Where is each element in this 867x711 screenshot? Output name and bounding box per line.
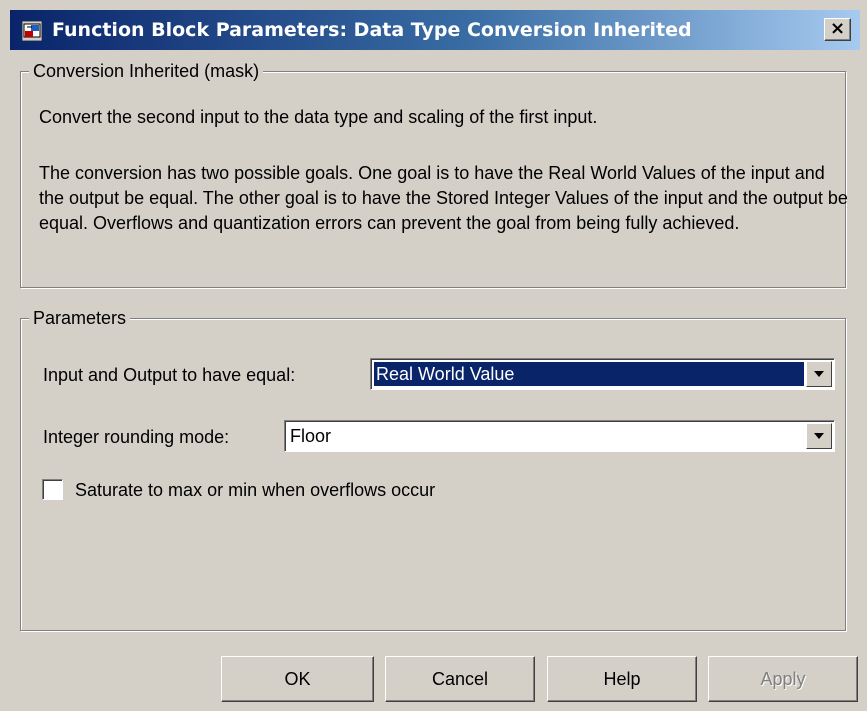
rounding-mode-label: Integer rounding mode: bbox=[43, 427, 230, 447]
rounding-mode-dropdown[interactable]: Floor bbox=[284, 420, 835, 452]
equal-mode-label: Input and Output to have equal: bbox=[43, 365, 296, 385]
chevron-down-icon[interactable] bbox=[806, 361, 832, 387]
parameters-group-legend: Parameters bbox=[29, 307, 131, 329]
dialog-window: Function Block Parameters: Data Type Con… bbox=[0, 0, 867, 711]
saturate-checkbox[interactable] bbox=[42, 479, 63, 500]
close-icon: × bbox=[829, 18, 846, 39]
rounding-mode-value: Floor bbox=[290, 426, 332, 446]
cancel-button[interactable]: Cancel bbox=[385, 656, 535, 702]
title-bar[interactable]: Function Block Parameters: Data Type Con… bbox=[10, 10, 860, 50]
mask-description-detail: The conversion has two possible goals. O… bbox=[39, 163, 848, 233]
equal-mode-value: Real World Value bbox=[374, 362, 804, 386]
simulink-block-icon bbox=[21, 20, 43, 42]
chevron-down-icon[interactable] bbox=[806, 423, 832, 449]
close-button[interactable]: × bbox=[824, 18, 851, 41]
ok-button[interactable]: OK bbox=[221, 656, 374, 702]
window-title: Function Block Parameters: Data Type Con… bbox=[52, 19, 692, 41]
mask-description-line1: Convert the second input to the data typ… bbox=[39, 107, 598, 127]
mask-description-group: Conversion Inherited (mask) Convert the … bbox=[20, 60, 848, 288]
help-button[interactable]: Help bbox=[547, 656, 697, 702]
mask-group-legend: Conversion Inherited (mask) bbox=[29, 60, 264, 82]
saturate-label[interactable]: Saturate to max or min when overflows oc… bbox=[75, 478, 435, 502]
equal-mode-dropdown[interactable]: Real World Value bbox=[370, 358, 835, 390]
apply-button[interactable]: Apply bbox=[708, 656, 858, 702]
